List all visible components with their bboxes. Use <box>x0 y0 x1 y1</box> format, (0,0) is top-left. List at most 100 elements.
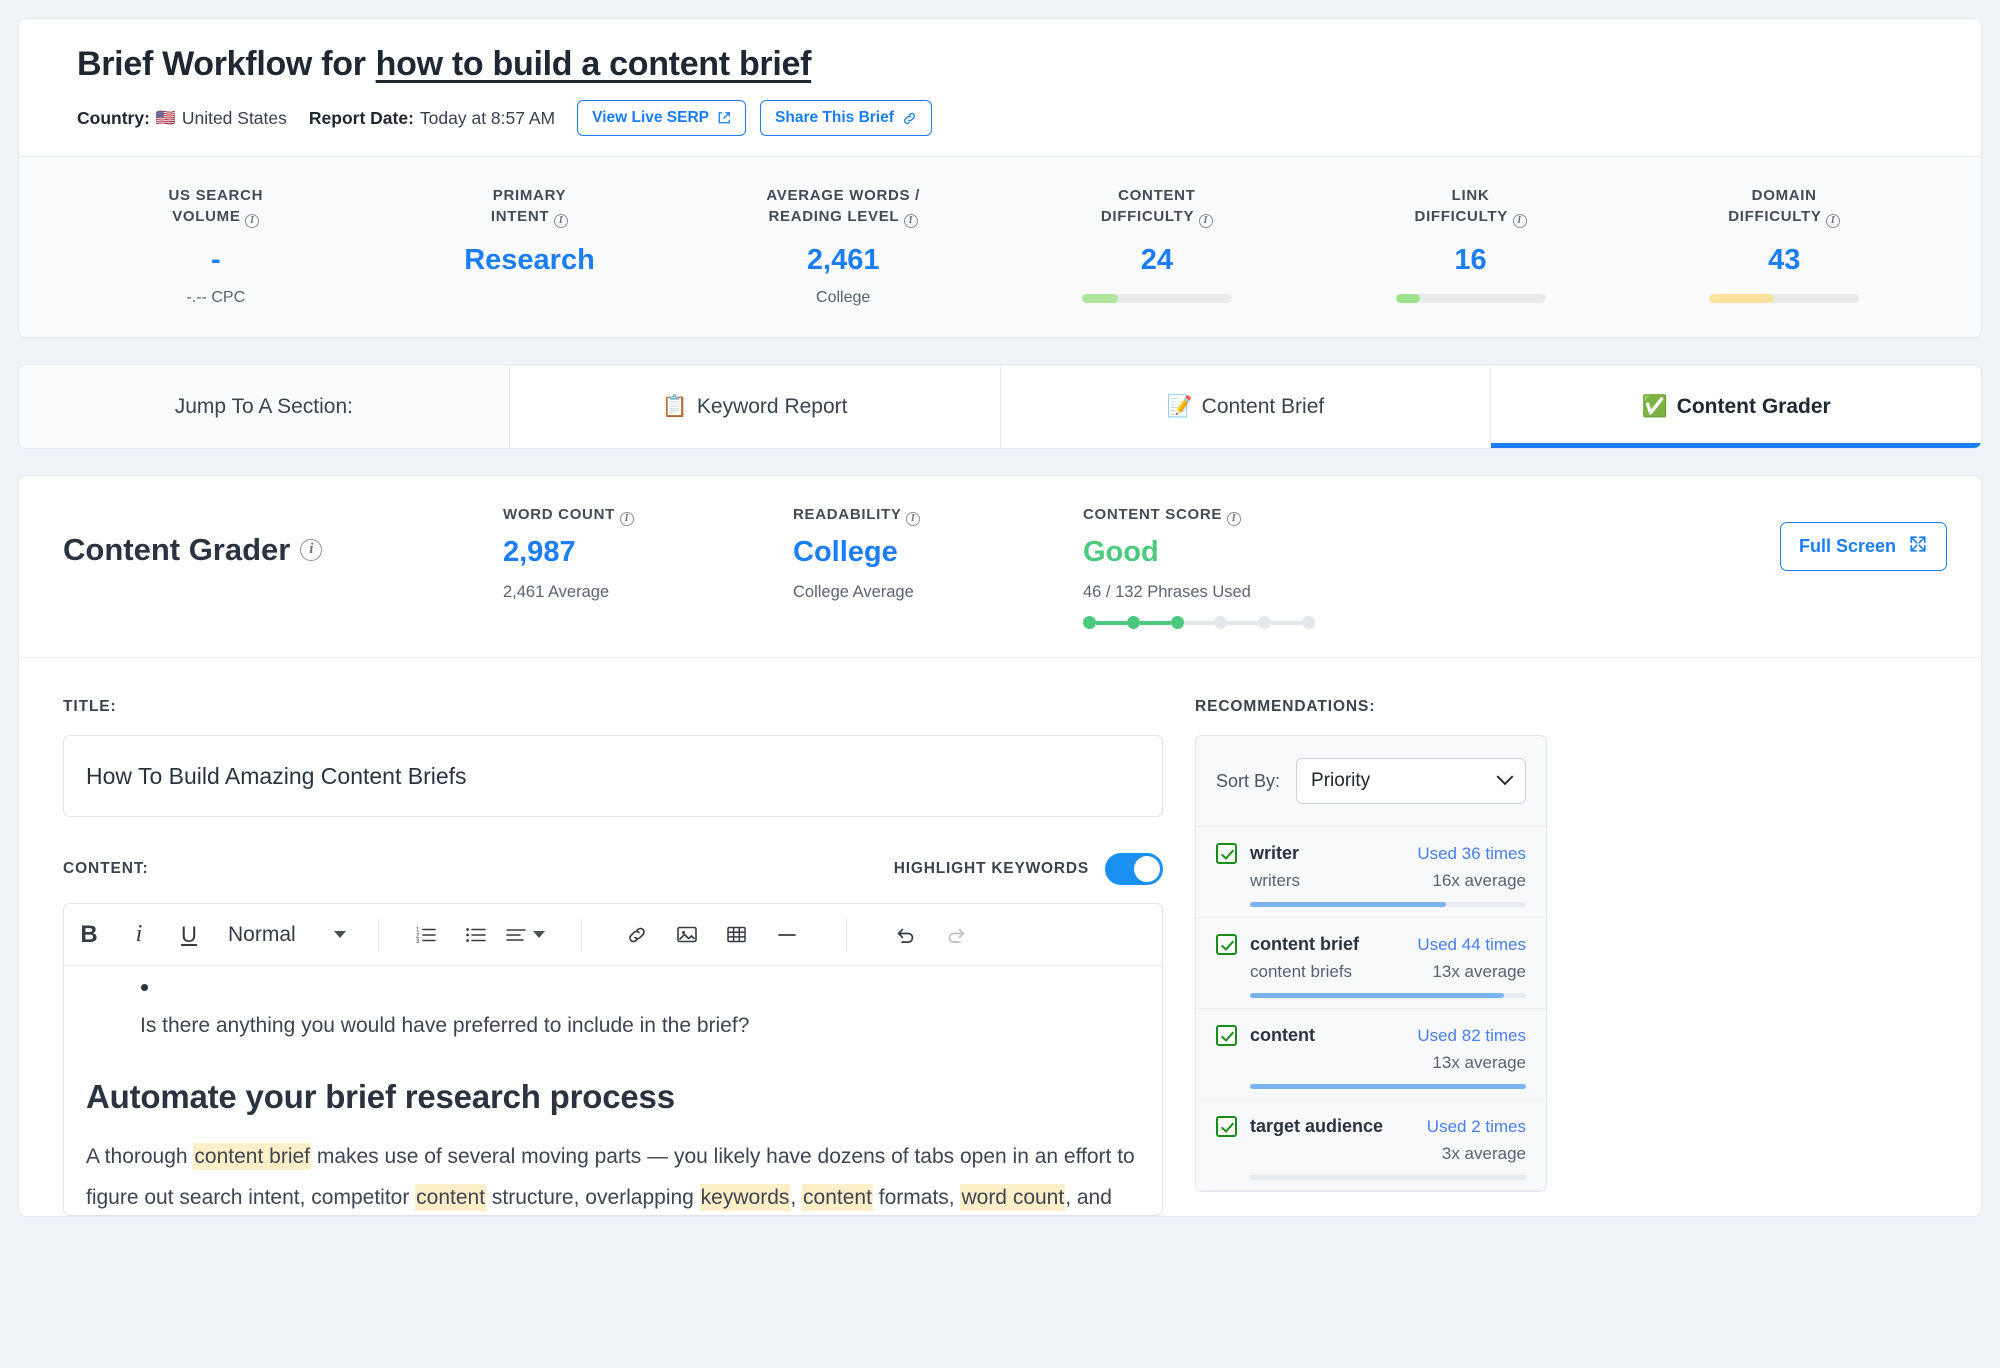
info-icon[interactable]: i <box>1513 214 1527 228</box>
content-grader-card: Content Grader i WORD COUNT i 2,987 2,46… <box>18 475 1982 1217</box>
tab-content-grader[interactable]: ✅ Content Grader <box>1491 365 1981 448</box>
editor-paragraph-3: figure out search intent, competitor con… <box>86 1181 1140 1216</box>
recommendation-main-row: content briefUsed 44 times <box>1216 934 1526 955</box>
toolbar-divider <box>846 919 847 951</box>
recommendations-column: RECOMMENDATIONS: Sort By: Priority write… <box>1195 698 1547 1216</box>
content-header-row: CONTENT: HIGHLIGHT KEYWORDS <box>63 853 1163 885</box>
share-brief-label: Share This Brief <box>775 109 894 127</box>
recommendation-usage-count[interactable]: Used 36 times <box>1417 844 1526 864</box>
redo-button[interactable] <box>931 913 981 957</box>
view-live-serp-button[interactable]: View Live SERP <box>577 100 746 136</box>
sort-by-select[interactable]: Priority <box>1296 758 1526 804</box>
title-input[interactable]: How To Build Amazing Content Briefs <box>63 735 1163 817</box>
metric-us-search-0: US SEARCHVOLUME i--.-- CPC <box>59 185 373 307</box>
recommendation-checkbox[interactable] <box>1216 1116 1237 1137</box>
info-icon[interactable]: i <box>1199 214 1213 228</box>
stepper-dot <box>1171 616 1184 629</box>
editor-content[interactable]: • Is there anything you would have prefe… <box>64 966 1162 1215</box>
info-icon[interactable]: i <box>1227 512 1241 526</box>
section-tabs: Jump To A Section: 📋 Keyword Report 📝 Co… <box>18 364 1982 449</box>
recommendation-usage-count[interactable]: Used 2 times <box>1427 1117 1526 1137</box>
tab-keyword-report[interactable]: 📋 Keyword Report <box>510 365 1001 448</box>
brief-header: Brief Workflow for how to build a conten… <box>19 19 1981 156</box>
editor-toolbar: B i U Normal <box>64 904 1162 966</box>
chevron-down-icon <box>1497 769 1514 786</box>
stepper-line <box>1271 621 1302 625</box>
recommendation-checkbox[interactable] <box>1216 934 1237 955</box>
content-score-sub: 46 / 132 Phrases Used <box>1083 583 1383 602</box>
toolbar-divider <box>378 919 379 951</box>
horizontal-rule-button[interactable] <box>762 913 812 957</box>
country-label: Country: <box>77 108 150 129</box>
editor-text: figure out search intent, competitor <box>86 1186 415 1209</box>
word-count-value: 2,987 <box>503 538 793 567</box>
recommendation-sub-row: content briefs13x average <box>1250 962 1526 982</box>
highlight-keywords-toggle[interactable] <box>1105 853 1163 885</box>
italic-button[interactable]: i <box>114 913 164 957</box>
metric-content-3: CONTENTDIFFICULTY i24 <box>1000 185 1314 307</box>
page-title-keyword: how to build a content brief <box>376 45 811 84</box>
toolbar-history-group <box>881 913 981 957</box>
recommendation-checkbox[interactable] <box>1216 843 1237 864</box>
brief-meta-row: Country: 🇺🇸 United States Report Date: T… <box>77 100 1923 136</box>
expand-arrows-icon <box>1908 534 1928 559</box>
bold-button[interactable]: B <box>64 913 114 957</box>
title-section-label: TITLE: <box>63 698 1163 716</box>
fullscreen-wrap: Full Screen <box>1780 506 1947 571</box>
stepper-dot <box>1302 616 1315 629</box>
share-brief-button[interactable]: Share This Brief <box>760 100 932 136</box>
stepper-line <box>1096 621 1127 625</box>
recommendation-sub-row: writers16x average <box>1250 871 1526 891</box>
rich-text-editor: B i U Normal <box>63 903 1163 1216</box>
tab-content-brief-label: Content Brief <box>1202 395 1325 419</box>
view-live-serp-label: View Live SERP <box>592 109 709 127</box>
recommendation-checkbox[interactable] <box>1216 1025 1237 1046</box>
readability-label-text: READABILITY <box>793 506 901 523</box>
bulleted-list-button[interactable] <box>451 913 501 957</box>
info-icon[interactable]: i <box>904 214 918 228</box>
recommendation-keyword: content <box>1250 1025 1315 1046</box>
info-icon[interactable]: i <box>245 214 259 228</box>
text-align-button[interactable] <box>501 913 551 957</box>
recommendation-progress-bar <box>1250 993 1526 998</box>
paragraph-style-value: Normal <box>228 923 296 947</box>
info-icon[interactable]: i <box>300 539 322 561</box>
metric-value: 43 <box>1627 246 1941 275</box>
recommendation-average: 13x average <box>1432 1053 1526 1073</box>
insert-table-button[interactable] <box>712 913 762 957</box>
insert-image-button[interactable] <box>662 913 712 957</box>
readability-value: College <box>793 538 1083 567</box>
metric-value: 16 <box>1314 246 1628 275</box>
recommendation-usage-count[interactable]: Used 44 times <box>1417 935 1526 955</box>
undo-button[interactable] <box>881 913 931 957</box>
stepper-dot <box>1258 616 1271 629</box>
metric-value: - <box>59 246 373 275</box>
highlight-keywords-label: HIGHLIGHT KEYWORDS <box>894 860 1089 878</box>
toolbar-list-group: 1 2 3 <box>401 913 551 957</box>
readability-sub: College Average <box>793 583 1083 602</box>
country-value: United States <box>182 108 287 129</box>
metric-label: US SEARCHVOLUME i <box>59 185 373 228</box>
recommendation-average: 13x average <box>1432 962 1526 982</box>
tab-content-brief[interactable]: 📝 Content Brief <box>1001 365 1492 448</box>
underline-button[interactable]: U <box>164 913 214 957</box>
stepper-dot <box>1214 616 1227 629</box>
insert-link-button[interactable] <box>612 913 662 957</box>
metric-sub: College <box>686 289 1000 307</box>
info-icon[interactable]: i <box>906 512 920 526</box>
recommendation-usage-count[interactable]: Used 82 times <box>1417 1026 1526 1046</box>
ordered-list-button[interactable]: 1 2 3 <box>401 913 451 957</box>
editor-column: TITLE: How To Build Amazing Content Brie… <box>63 698 1163 1216</box>
jump-to-section-label: Jump To A Section: <box>19 365 510 448</box>
info-icon[interactable]: i <box>620 512 634 526</box>
metric-domain-5: DOMAINDIFFICULTY i43 <box>1627 185 1941 307</box>
recommendation-sub-row: 13x average <box>1250 1053 1526 1073</box>
recommendation-main-row: writerUsed 36 times <box>1216 843 1526 864</box>
us-flag-icon: 🇺🇸 <box>156 108 176 128</box>
full-screen-button[interactable]: Full Screen <box>1780 522 1947 571</box>
stepper-line <box>1227 621 1258 625</box>
info-icon[interactable]: i <box>554 214 568 228</box>
info-icon[interactable]: i <box>1826 214 1840 228</box>
metric-label: PRIMARYINTENT i <box>373 185 687 228</box>
paragraph-style-select[interactable]: Normal <box>214 923 356 947</box>
